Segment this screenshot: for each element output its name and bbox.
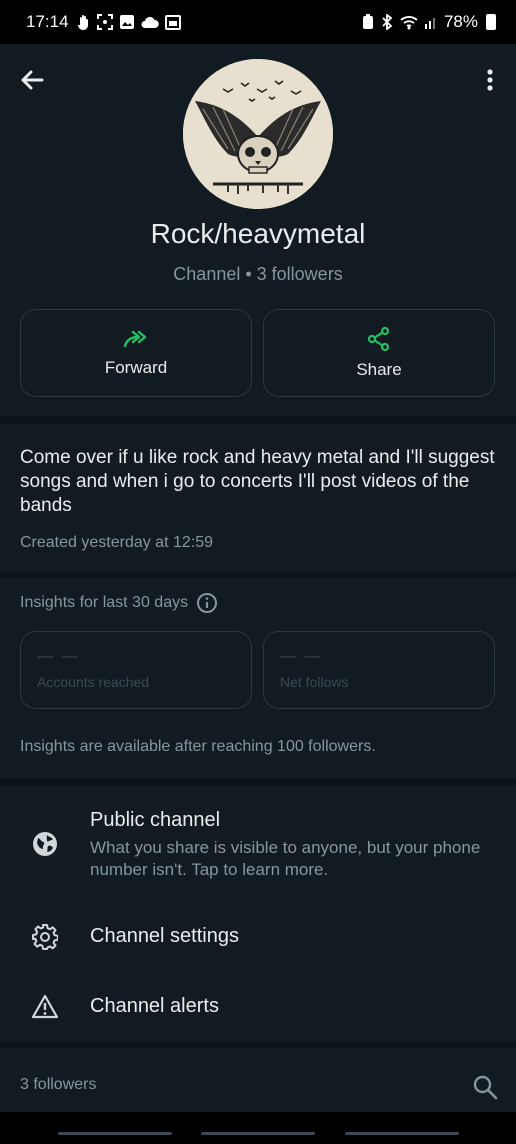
forward-icon: [123, 330, 147, 348]
net-follows-card: — — Net follows: [263, 631, 495, 709]
nav-home[interactable]: [201, 1132, 315, 1135]
channel-description: Come over if u like rock and heavy metal…: [0, 424, 516, 572]
system-icons: 78%: [362, 12, 496, 32]
bluetooth-icon: [382, 14, 393, 30]
public-channel-title: Public channel: [90, 809, 221, 831]
insights-heading: Insights for last 30 days: [20, 592, 218, 614]
followers-section: 3 followers: [0, 1048, 516, 1112]
created-date: Created yesterday at 12:59: [20, 534, 214, 551]
net-follows-value: — —: [280, 648, 323, 665]
public-channel-item[interactable]: Public channel What you share is visible…: [0, 805, 516, 885]
forward-label: Forward: [104, 358, 168, 377]
gear-icon: [32, 924, 58, 950]
public-channel-description: What you share is visible to anyone, but…: [90, 838, 481, 879]
signal-icon: [424, 18, 435, 29]
channel-settings-title: Channel settings: [90, 925, 239, 947]
channel-subtitle: Channel • 3 followers: [173, 264, 343, 284]
insights-section: Insights for last 30 days — — Accounts r…: [0, 578, 516, 779]
back-arrow-icon[interactable]: [16, 64, 48, 96]
image-icon: [119, 15, 134, 29]
battery-percent: 78%: [443, 12, 478, 31]
battery-saver-icon: [362, 14, 373, 29]
channel-header: Rock/heavymetal Channel • 3 followers Fo…: [0, 44, 516, 416]
accounts-reached-value: — —: [37, 648, 80, 665]
followers-count: 3 followers: [20, 1076, 97, 1093]
channel-options: Public channel What you share is visible…: [0, 785, 516, 1041]
channel-alerts-item[interactable]: Channel alerts: [0, 983, 516, 1031]
wifi-icon: [400, 16, 418, 30]
accounts-reached-label: Accounts reached: [37, 674, 150, 690]
info-icon[interactable]: [196, 592, 218, 614]
globe-icon: [33, 832, 57, 856]
net-follows-label: Net follows: [280, 674, 349, 690]
battery-icon: [486, 14, 496, 30]
channel-settings-item[interactable]: Channel settings: [0, 913, 516, 961]
insights-note: Insights are available after reaching 10…: [20, 738, 376, 755]
channel-alerts-title: Channel alerts: [90, 995, 219, 1017]
hand-icon: [77, 15, 88, 30]
calendar-icon: [164, 15, 181, 30]
insights-title: Insights for last 30 days: [20, 594, 189, 611]
share-button[interactable]: Share: [263, 309, 495, 397]
description-text[interactable]: Come over if u like rock and heavy metal…: [20, 446, 496, 518]
channel-name: Rock/heavymetal: [150, 218, 366, 249]
accounts-reached-card: — — Accounts reached: [20, 631, 252, 709]
nav-recents[interactable]: [58, 1132, 172, 1135]
more-vert-icon[interactable]: [480, 64, 500, 96]
notification-icons: [77, 14, 181, 30]
channel-avatar[interactable]: [183, 59, 333, 209]
nav-back[interactable]: [345, 1132, 459, 1135]
status-time: 17:14: [26, 12, 69, 31]
forward-button[interactable]: Forward: [20, 309, 252, 397]
screenshot-icon: [96, 14, 113, 30]
status-bar: 17:14 78%: [0, 0, 516, 44]
share-label: Share: [356, 360, 402, 379]
winged-skull-image: [183, 59, 333, 209]
share-icon: [367, 326, 390, 352]
cloud-icon: [141, 16, 159, 28]
system-nav-bar: [0, 1112, 516, 1144]
warning-icon: [32, 994, 58, 1019]
search-icon[interactable]: [472, 1074, 498, 1100]
